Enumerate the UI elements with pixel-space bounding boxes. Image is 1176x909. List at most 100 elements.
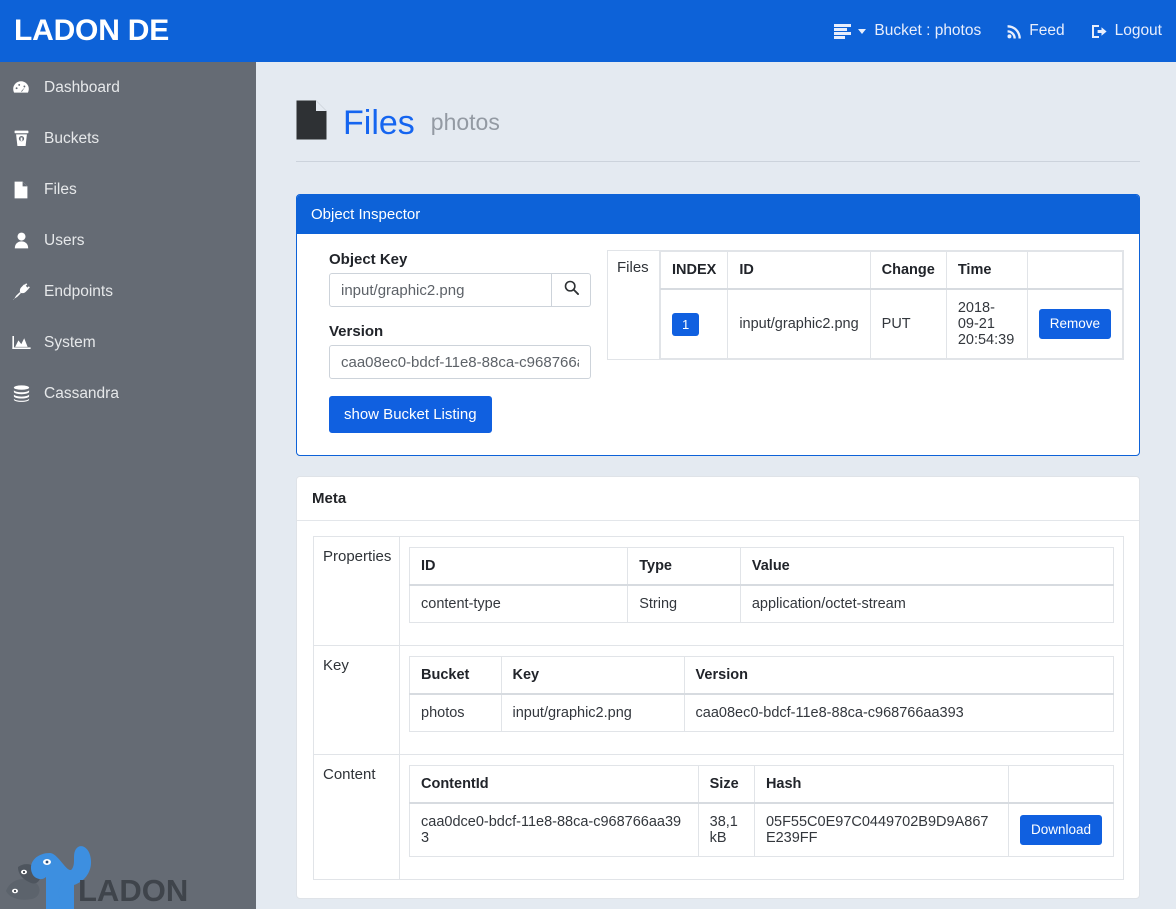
user-icon xyxy=(11,232,31,249)
content-cell-hash: 05F55C0E97C0449702B9D9A867E239FF xyxy=(753,802,1009,858)
sidebar-item-cassandra[interactable]: Cassandra xyxy=(0,368,256,419)
sidebar-label-cassandra: Cassandra xyxy=(44,384,119,402)
sidebar-item-dashboard[interactable]: Dashboard xyxy=(0,62,256,113)
search-icon xyxy=(564,280,579,300)
meta-panel-body: Properties ID Type Value content-type St… xyxy=(297,521,1139,898)
table-row: caa0dce0-bdcf-11e8-88ca-c968766aa393 38,… xyxy=(409,802,1115,858)
files-outer-table: Files INDEX ID Change Time 1 input/graph… xyxy=(607,250,1124,360)
app-brand[interactable]: LADON DE xyxy=(0,16,169,46)
table-row: content-type String application/octet-st… xyxy=(408,584,1115,624)
object-key-label: Object Key xyxy=(329,251,408,268)
properties-section-label: Properties xyxy=(323,548,392,566)
meta-content-row: Content ContentId Size Hash caa0dce0-bdc… xyxy=(313,754,1124,881)
database-icon xyxy=(11,385,31,402)
object-key-input[interactable] xyxy=(329,273,552,307)
key-section-label: Key xyxy=(323,657,349,675)
nav-bucket-label: Bucket : photos xyxy=(874,22,982,39)
content-cell-action: Download xyxy=(1007,802,1115,858)
page-subtitle: photos xyxy=(430,109,500,135)
content-cell-contentid: caa0dce0-bdcf-11e8-88ca-c968766aa393 xyxy=(409,802,699,858)
file-icon xyxy=(11,181,31,199)
properties-header-row: ID Type Value xyxy=(408,547,1115,587)
nav-feed-label: Feed xyxy=(1029,22,1065,39)
meta-properties-row: Properties ID Type Value content-type St… xyxy=(313,536,1124,647)
main-content: Files photos Object Inspector Object Key xyxy=(256,62,1176,909)
sidebar-item-endpoints[interactable]: Endpoints xyxy=(0,266,256,317)
index-badge[interactable]: 1 xyxy=(672,312,700,336)
nav-feed-link[interactable]: Feed xyxy=(1007,22,1065,40)
files-col-index: INDEX xyxy=(659,251,729,290)
key-table: Bucket Key Version photos input/graphic2… xyxy=(409,656,1115,733)
dashboard-icon xyxy=(11,80,31,96)
sidebar-logo: LADON xyxy=(0,835,256,909)
properties-cell-value: application/octet-stream xyxy=(739,584,1115,624)
properties-cell-id: content-type xyxy=(408,584,629,624)
chart-area-icon xyxy=(11,335,31,350)
files-cell-action: Remove xyxy=(1026,288,1124,359)
files-table-cell: INDEX ID Change Time 1 input/graphic2.pn… xyxy=(659,250,1124,360)
content-col-size: Size xyxy=(697,765,755,805)
sidebar-label-buckets: Buckets xyxy=(44,129,100,147)
key-col-version: Version xyxy=(683,656,1115,696)
files-col-time: Time xyxy=(945,251,1028,290)
sidebar-item-files[interactable]: Files xyxy=(0,164,256,215)
object-inspector-title: Object Inspector xyxy=(297,195,1139,234)
files-col-change: Change xyxy=(869,251,947,290)
sidebar-logo-text: LADON xyxy=(78,873,188,908)
properties-table: ID Type Value content-type String applic… xyxy=(408,547,1115,624)
key-cell-key: input/graphic2.png xyxy=(500,693,685,733)
nav-bucket-selector[interactable]: Bucket : photos xyxy=(834,22,981,40)
sidebar-item-system[interactable]: System xyxy=(0,317,256,368)
chevron-down-icon xyxy=(858,28,867,34)
content-table: ContentId Size Hash caa0dce0-bdcf-11e8-8… xyxy=(409,765,1115,858)
remove-button[interactable]: Remove xyxy=(1038,309,1111,339)
navbar-right-group: Bucket : photos Feed Logout xyxy=(834,22,1176,40)
properties-section-cell: Properties xyxy=(313,536,400,647)
files-cell-index: 1 xyxy=(659,288,729,359)
properties-col-value: Value xyxy=(739,547,1115,587)
properties-col-type: Type xyxy=(627,547,741,587)
content-header-row: ContentId Size Hash xyxy=(409,765,1115,805)
files-table-header-row: INDEX ID Change Time xyxy=(659,251,1124,290)
server-list-icon xyxy=(834,23,852,39)
version-input[interactable] xyxy=(329,345,591,379)
show-bucket-listing-button[interactable]: show Bucket Listing xyxy=(329,396,492,434)
files-table-wrapper: Files INDEX ID Change Time 1 input/graph… xyxy=(591,250,1124,433)
sidebar-label-users: Users xyxy=(44,231,85,249)
rss-feed-icon xyxy=(1007,24,1022,39)
object-key-search-button[interactable] xyxy=(552,273,591,307)
key-cell-bucket: photos xyxy=(409,693,502,733)
sidebar-label-files: Files xyxy=(44,180,77,198)
download-button[interactable]: Download xyxy=(1019,815,1102,845)
properties-cell-type: String xyxy=(627,584,741,624)
meta-outer-table: Properties ID Type Value content-type St… xyxy=(313,536,1124,881)
key-table-cell: Bucket Key Version photos input/graphic2… xyxy=(399,645,1124,756)
table-row[interactable]: 1 input/graphic2.png PUT 2018-09-21 20:5… xyxy=(659,288,1124,359)
content-cell-size: 38,1 kB xyxy=(697,802,755,858)
object-inspector-panel: Object Inspector Object Key input/graphi… xyxy=(296,194,1140,457)
files-cell-id[interactable]: input/graphic2.png xyxy=(727,288,871,359)
files-section-cell: Files xyxy=(607,250,660,360)
logout-icon xyxy=(1091,24,1108,39)
object-inspector-form: Object Key Version xyxy=(312,250,591,434)
content-col-hash: Hash xyxy=(753,765,1009,805)
version-label: Version xyxy=(329,323,384,340)
files-col-id: ID xyxy=(727,251,871,290)
page-title: Files xyxy=(343,103,415,142)
meta-key-row: Key Bucket Key Version photos input/grap… xyxy=(313,645,1124,756)
properties-col-id: ID xyxy=(408,547,629,587)
files-cell-change: PUT xyxy=(869,288,947,359)
key-col-bucket: Bucket xyxy=(409,656,502,696)
meta-panel-title: Meta xyxy=(297,477,1139,522)
content-col-contentid: ContentId xyxy=(409,765,699,805)
sidebar-item-users[interactable]: Users xyxy=(0,215,256,266)
nav-logout-link[interactable]: Logout xyxy=(1091,22,1162,40)
table-row: photos input/graphic2.png caa08ec0-bdcf-… xyxy=(409,693,1115,733)
sidebar-label-system: System xyxy=(44,333,96,351)
content-table-cell: ContentId Size Hash caa0dce0-bdcf-11e8-8… xyxy=(399,754,1124,881)
content-section-label: Content xyxy=(323,766,376,784)
version-input-group xyxy=(329,345,591,379)
sidebar-item-buckets[interactable]: Buckets xyxy=(0,113,256,164)
key-header-row: Bucket Key Version xyxy=(409,656,1115,696)
sidebar-label-dashboard: Dashboard xyxy=(44,78,120,96)
